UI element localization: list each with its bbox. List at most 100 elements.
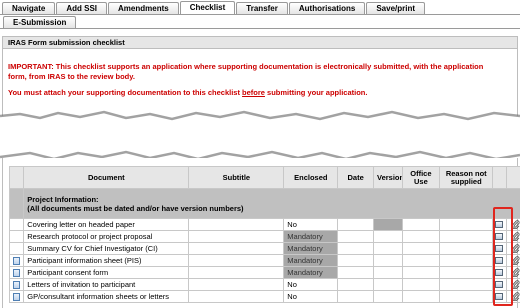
- paperclip-icon[interactable]: [512, 292, 520, 301]
- subtitle-cell[interactable]: [188, 230, 285, 243]
- tab-checklist[interactable]: Checklist: [179, 1, 236, 15]
- attach-notice: You must attach your supporting document…: [3, 88, 517, 98]
- reason-cell[interactable]: [439, 266, 494, 279]
- document-name-cell: Research protocol or project proposal: [23, 230, 190, 243]
- document-name-cell: Participant consent form: [23, 266, 190, 279]
- enclosed-cell: No: [283, 278, 339, 291]
- important-notice: IMPORTANT: This checklist supports an ap…: [8, 62, 484, 81]
- view-icon[interactable]: [495, 269, 504, 276]
- attach-cell[interactable]: [505, 290, 520, 303]
- reason-cell[interactable]: [439, 290, 494, 303]
- version-cell[interactable]: [373, 290, 403, 303]
- reason-cell[interactable]: [439, 242, 494, 255]
- subtitle-cell[interactable]: [188, 290, 285, 303]
- table-row: Research protocol or project proposal Man…: [8, 230, 520, 243]
- view-icon[interactable]: [495, 233, 504, 240]
- date-cell[interactable]: [337, 218, 374, 231]
- doc-icon-cell: [8, 254, 25, 267]
- reason-cell[interactable]: [439, 254, 494, 267]
- office-use-cell: [401, 218, 441, 231]
- header-office-use: Office Use: [401, 166, 441, 189]
- document-name-cell: GP/consultant information sheets or lett…: [23, 290, 190, 303]
- view-cell[interactable]: [492, 278, 507, 291]
- view-cell[interactable]: [492, 266, 507, 279]
- office-use-cell: [401, 266, 441, 279]
- header-action-1: [492, 166, 507, 189]
- view-cell[interactable]: [492, 290, 507, 303]
- version-cell[interactable]: [373, 278, 403, 291]
- attach-text-after: submitting your application.: [264, 88, 368, 97]
- enclosed-cell: Mandatory: [283, 242, 339, 255]
- attach-cell[interactable]: [505, 278, 520, 291]
- doc-icon-cell: [8, 242, 25, 255]
- view-icon[interactable]: [495, 221, 504, 228]
- enclosed-cell: Mandatory: [283, 254, 339, 267]
- reason-cell[interactable]: [439, 218, 494, 231]
- view-icon[interactable]: [495, 281, 504, 288]
- paperclip-icon[interactable]: [512, 244, 520, 253]
- document-icon[interactable]: [13, 292, 21, 301]
- enclosed-cell: No: [283, 218, 339, 231]
- view-cell[interactable]: [492, 218, 507, 231]
- document-name-cell: Summary CV for Chief Investigator (CI): [23, 242, 190, 255]
- date-cell[interactable]: [337, 254, 374, 267]
- header-date: Date: [337, 166, 374, 189]
- view-cell[interactable]: [492, 254, 507, 267]
- paperclip-icon[interactable]: [512, 232, 520, 241]
- enclosed-cell: No: [283, 290, 339, 303]
- panel-title: IRAS Form submission checklist: [3, 37, 517, 49]
- date-cell[interactable]: [337, 290, 374, 303]
- header-reason-not-supplied: Reason not supplied: [439, 166, 494, 189]
- subtitle-cell[interactable]: [188, 278, 285, 291]
- tab-bar-primary: Navigate Add SSI Amendments Checklist Tr…: [2, 1, 426, 15]
- subtitle-cell[interactable]: [188, 254, 285, 267]
- table-row: GP/consultant information sheets or lett…: [8, 290, 520, 303]
- office-use-cell: [401, 278, 441, 291]
- document-name-cell: Letters of invitation to participant: [23, 278, 190, 291]
- header-icon-col: [8, 166, 25, 189]
- view-cell[interactable]: [492, 230, 507, 243]
- date-cell[interactable]: [337, 230, 374, 243]
- version-cell[interactable]: [373, 254, 403, 267]
- attach-cell[interactable]: [505, 230, 520, 243]
- torn-edge-top: [0, 110, 520, 130]
- version-cell[interactable]: [373, 242, 403, 255]
- paperclip-icon[interactable]: [512, 220, 520, 229]
- section-icon-cell: [8, 188, 25, 219]
- subtitle-cell[interactable]: [188, 266, 285, 279]
- version-cell[interactable]: [373, 266, 403, 279]
- view-icon[interactable]: [495, 257, 504, 264]
- doc-icon-cell: [8, 290, 25, 303]
- view-icon[interactable]: [495, 293, 504, 300]
- subtitle-cell[interactable]: [188, 218, 285, 231]
- date-cell[interactable]: [337, 266, 374, 279]
- attach-cell[interactable]: [505, 266, 520, 279]
- header-document: Document: [23, 166, 190, 189]
- attach-cell[interactable]: [505, 218, 520, 231]
- table-row: Participant consent form Mandatory: [8, 266, 520, 279]
- date-cell[interactable]: [337, 242, 374, 255]
- attach-cell[interactable]: [505, 242, 520, 255]
- reason-cell[interactable]: [439, 278, 494, 291]
- subtitle-cell[interactable]: [188, 242, 285, 255]
- document-icon[interactable]: [13, 256, 21, 265]
- view-icon[interactable]: [495, 245, 504, 252]
- reason-cell[interactable]: [439, 230, 494, 243]
- attach-text-underlined: before: [242, 88, 265, 97]
- paperclip-icon[interactable]: [512, 268, 520, 277]
- header-enclosed: Enclosed: [283, 166, 339, 189]
- document-icon[interactable]: [13, 280, 21, 289]
- doc-icon-cell: [8, 278, 25, 291]
- document-icon[interactable]: [13, 268, 21, 277]
- version-cell[interactable]: [373, 230, 403, 243]
- doc-icon-cell: [8, 266, 25, 279]
- date-cell[interactable]: [337, 278, 374, 291]
- paperclip-icon[interactable]: [512, 280, 520, 289]
- office-use-cell: [401, 242, 441, 255]
- version-cell[interactable]: [373, 218, 403, 231]
- attach-cell[interactable]: [505, 254, 520, 267]
- view-cell[interactable]: [492, 242, 507, 255]
- document-name-cell: Participant information sheet (PIS): [23, 254, 190, 267]
- section-label: Project Information: (All documents must…: [23, 188, 520, 219]
- paperclip-icon[interactable]: [512, 256, 520, 265]
